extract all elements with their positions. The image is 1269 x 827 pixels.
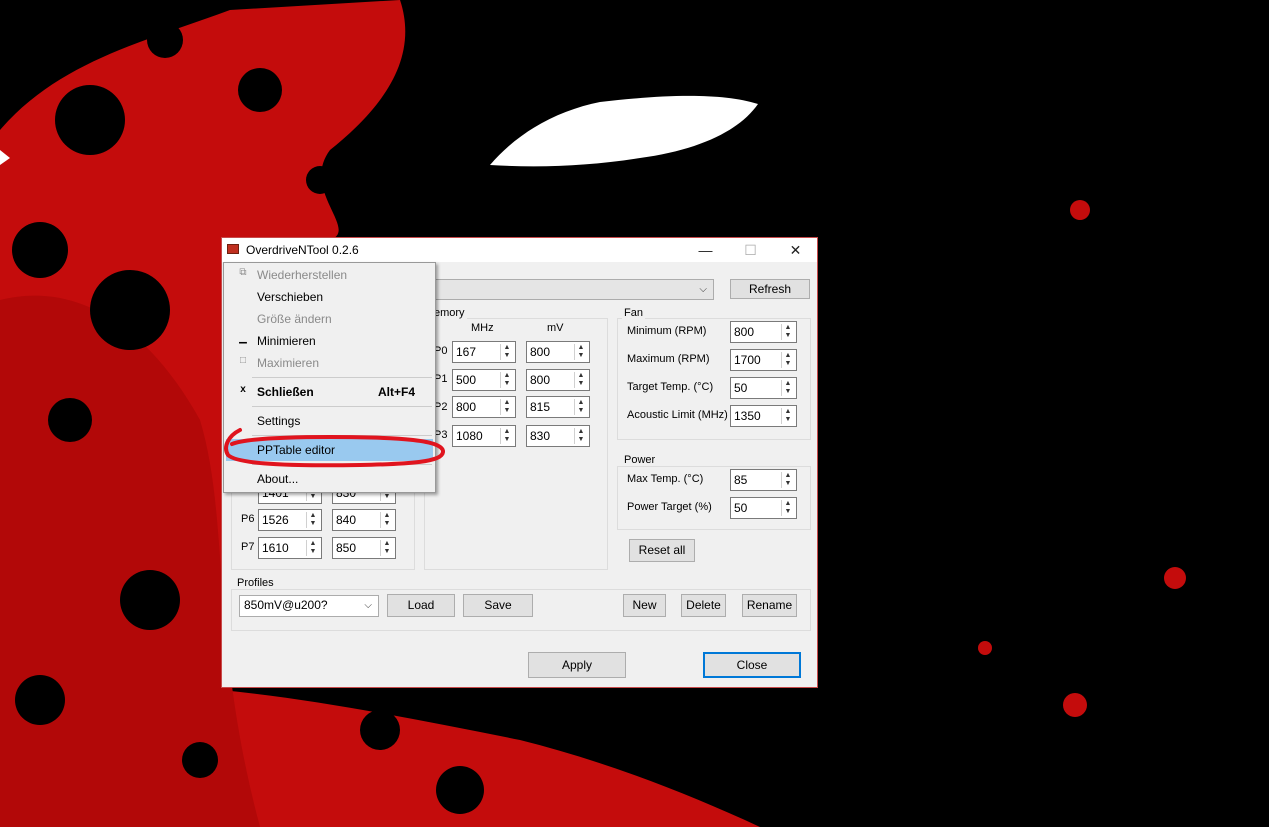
power-max-temp-input[interactable]: 85 ▲ ▼	[730, 469, 797, 491]
close-button[interactable]: Close	[703, 652, 801, 678]
menu-item-pptable-editor[interactable]: PPTable editor	[226, 439, 433, 461]
save-profile-button[interactable]: Save	[463, 594, 533, 617]
gpu-mhz-p7[interactable]: 1610 ▲ ▼	[258, 537, 322, 559]
restore-icon: ⧉	[239, 267, 247, 278]
power-max-temp-label: Max Temp. (°C)	[627, 473, 704, 485]
memory-mv-header: mV	[547, 322, 564, 334]
menu-item-resize[interactable]: Größe ändern	[226, 308, 433, 330]
menu-separator	[252, 406, 432, 407]
memory-mhz-p0[interactable]: 167 ▲ ▼	[452, 341, 516, 363]
minimize-icon: ▁	[239, 333, 247, 344]
profile-select[interactable]: 850mV@u200? ⌵	[239, 595, 379, 617]
memory-state-label: P3	[434, 429, 448, 441]
fan-acoustic-limit-label: Acoustic Limit (MHz)	[627, 409, 728, 421]
memory-state-label: P0	[434, 345, 448, 357]
close-window-button[interactable]: ✕	[773, 238, 818, 262]
menu-item-move[interactable]: Verschieben	[226, 286, 433, 308]
menu-item-close[interactable]: x Schließen Alt+F4	[226, 381, 433, 403]
fan-target-temp-input[interactable]: 50 ▲ ▼	[730, 377, 797, 399]
load-profile-button[interactable]: Load	[387, 594, 455, 617]
memory-state-label: P1	[434, 373, 448, 385]
memory-group-label: emory	[432, 307, 467, 319]
menu-item-restore[interactable]: ⧉ Wiederherstellen	[226, 264, 433, 286]
rename-profile-button[interactable]: Rename	[742, 594, 797, 617]
title-bar[interactable]: OverdriveNTool 0.2.6 — ☐ ✕	[222, 238, 817, 262]
menu-item-minimize[interactable]: ▁ Minimieren	[226, 330, 433, 352]
minimize-button[interactable]: —	[683, 238, 728, 262]
fan-group-label: Fan	[622, 307, 645, 319]
refresh-button[interactable]: Refresh	[730, 279, 810, 299]
fan-target-temp-label: Target Temp. (°C)	[627, 381, 714, 393]
close-shortcut: Alt+F4	[377, 385, 415, 399]
memory-mhz-p3[interactable]: 1080 ▲ ▼	[452, 425, 516, 447]
memory-mv-p1[interactable]: 800 ▲ ▼	[526, 369, 590, 391]
memory-mhz-p1[interactable]: 500 ▲ ▼	[452, 369, 516, 391]
profiles-group-label: Profiles	[235, 577, 276, 589]
menu-separator	[252, 435, 432, 436]
app-icon[interactable]	[227, 244, 239, 254]
maximize-button[interactable]: ☐	[728, 238, 773, 262]
memory-state-label: P2	[434, 401, 448, 413]
menu-item-about[interactable]: About...	[226, 468, 433, 490]
fan-acoustic-limit-input[interactable]: 1350 ▲ ▼	[730, 405, 797, 427]
fan-max-input[interactable]: 1700 ▲ ▼	[730, 349, 797, 371]
menu-item-maximize[interactable]: □ Maximieren	[226, 352, 433, 374]
profile-select-value: 850mV@u200?	[244, 598, 328, 612]
power-target-input[interactable]: 50 ▲ ▼	[730, 497, 797, 519]
gpu-state-label: P7	[241, 541, 255, 553]
memory-mhz-p2[interactable]: 800 ▲ ▼	[452, 396, 516, 418]
system-menu: ⧉ Wiederherstellen Verschieben Größe änd…	[223, 262, 436, 493]
new-profile-button[interactable]: New	[623, 594, 666, 617]
power-target-label: Power Target (%)	[627, 501, 712, 513]
close-icon: x	[240, 384, 246, 395]
memory-mv-p3[interactable]: 830 ▲ ▼	[526, 425, 590, 447]
memory-mv-p0[interactable]: 800 ▲ ▼	[526, 341, 590, 363]
delete-profile-button[interactable]: Delete	[681, 594, 726, 617]
maximize-icon: □	[239, 355, 247, 366]
power-group-label: Power	[622, 454, 658, 466]
window-title: OverdriveNTool 0.2.6	[246, 243, 359, 257]
fan-min-input[interactable]: 800 ▲ ▼	[730, 321, 797, 343]
chevron-down-icon: ⌵	[699, 284, 707, 295]
gpu-mv-p7[interactable]: 850 ▲ ▼	[332, 537, 396, 559]
fan-min-label: Minimum (RPM)	[627, 325, 707, 337]
gpu-mhz-p6[interactable]: 1526 ▲ ▼	[258, 509, 322, 531]
memory-mv-p2[interactable]: 815 ▲ ▼	[526, 396, 590, 418]
menu-separator	[252, 377, 432, 378]
memory-mhz-header: MHz	[471, 322, 494, 334]
apply-button[interactable]: Apply	[528, 652, 626, 678]
gpu-mv-p6[interactable]: 840 ▲ ▼	[332, 509, 396, 531]
menu-separator	[252, 464, 432, 465]
gpu-state-label: P6	[241, 513, 255, 525]
reset-all-button[interactable]: Reset all	[629, 539, 695, 562]
fan-max-label: Maximum (RPM)	[627, 353, 710, 365]
menu-item-settings[interactable]: Settings	[226, 410, 433, 432]
chevron-down-icon: ⌵	[364, 600, 372, 611]
